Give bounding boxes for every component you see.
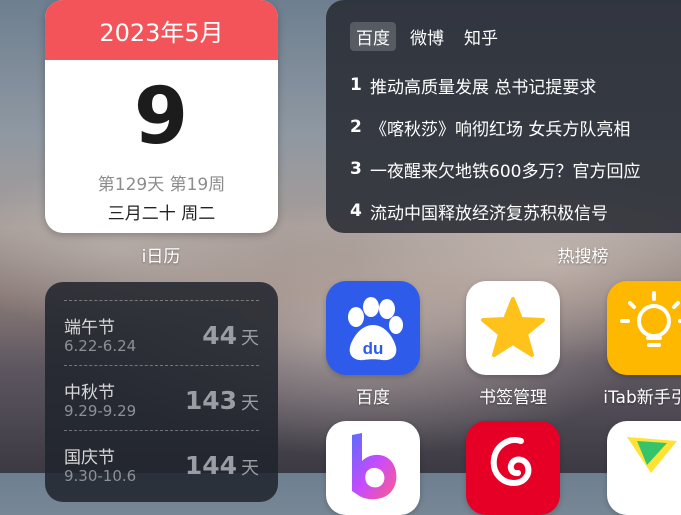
hot-search-item[interactable]: 3 一夜醒来欠地铁600多万？官方回应 <box>350 148 640 190</box>
calendar-widget[interactable]: 2023年5月 9 第129天 第19周 三月二十 周二 <box>45 0 278 233</box>
hot-search-item[interactable]: 1 推动高质量发展 总书记提要求 <box>350 64 640 106</box>
app-b-logo[interactable] <box>326 421 420 515</box>
hot-search-title: 流动中国释放经济复苏积极信号 <box>370 203 608 224</box>
hot-search-tabs: 百度 微博 知乎 <box>350 22 504 51</box>
svg-text:du: du <box>363 339 384 358</box>
star-icon <box>481 297 545 357</box>
app-label-itab-guide: iTab新手引导 <box>603 388 681 408</box>
days-unit: 天 <box>241 393 259 414</box>
calendar-lunar-date: 三月二十 周二 <box>107 204 216 224</box>
countdown-row: 国庆节 9.30-10.6 144 天 <box>64 430 259 495</box>
app-green-yellow[interactable] <box>607 421 681 515</box>
days-remaining: 144 天 <box>185 451 259 480</box>
hot-search-rank: 3 <box>350 159 362 179</box>
app-baidu[interactable]: du <box>326 281 420 375</box>
app-label-baidu: 百度 <box>356 388 390 408</box>
hot-search-item[interactable]: 2 《喀秋莎》响彻红场 女兵方队亮相 <box>350 106 640 148</box>
calendar-day-number: 9 <box>133 72 190 162</box>
hot-search-title: 推动高质量发展 总书记提要求 <box>370 77 597 98</box>
countdown-row: 端午节 6.22-6.24 44 天 <box>64 300 259 365</box>
days-remaining: 44 天 <box>202 321 259 350</box>
app-itab-guide[interactable] <box>607 281 681 375</box>
holiday-name: 中秋节 <box>64 383 115 403</box>
tab-zhihu[interactable]: 知乎 <box>458 22 504 51</box>
hot-search-rank: 2 <box>350 117 362 137</box>
days-count: 144 <box>184 451 237 480</box>
days-count: 143 <box>184 386 237 415</box>
tab-weibo[interactable]: 微博 <box>404 22 450 51</box>
hot-search-title: 一夜醒来欠地铁600多万？官方回应 <box>370 161 641 182</box>
holiday-name: 端午节 <box>64 318 115 338</box>
holiday-date-range: 9.29-9.29 <box>64 402 137 420</box>
tab-baidu[interactable]: 百度 <box>350 22 396 51</box>
hot-search-widget-label: 热搜榜 <box>557 247 609 267</box>
hot-search-title: 《喀秋莎》响彻红场 女兵方队亮相 <box>370 119 631 140</box>
app-bookmark-manager[interactable] <box>466 281 560 375</box>
netease-music-icon <box>490 437 532 487</box>
days-remaining: 143 天 <box>185 386 259 415</box>
b-logo-icon <box>352 433 397 500</box>
days-unit: 天 <box>241 328 259 349</box>
holiday-countdown-widget[interactable]: 端午节 6.22-6.24 44 天 中秋节 9.29-9.29 143 天 国庆节… <box>45 282 278 502</box>
calendar-widget-label: i日历 <box>141 247 181 267</box>
app-netease-music[interactable] <box>466 421 560 515</box>
holiday-name: 国庆节 <box>64 448 115 468</box>
calendar-day-week-stats: 第129天 第19周 <box>97 175 226 195</box>
days-unit: 天 <box>241 458 259 479</box>
baidu-paw-icon: du <box>348 297 403 361</box>
countdown-row: 中秋节 9.29-9.29 143 天 <box>64 365 259 430</box>
app-label-bookmark-manager: 书签管理 <box>479 388 547 408</box>
calendar-month-header: 2023年5月 <box>45 0 278 60</box>
hot-search-item[interactable]: 4 流动中国释放经济复苏积极信号 <box>350 190 640 232</box>
holiday-date-range: 6.22-6.24 <box>64 337 137 355</box>
lightbulb-icon <box>620 291 681 347</box>
hot-search-list: 1 推动高质量发展 总书记提要求 2 《喀秋莎》响彻红场 女兵方队亮相 3 一夜… <box>350 64 640 232</box>
holiday-date-range: 9.30-10.6 <box>64 467 137 485</box>
hot-search-rank: 1 <box>350 75 362 95</box>
days-count: 44 <box>202 321 237 350</box>
hot-search-rank: 4 <box>350 201 362 221</box>
green-yellow-app-icon <box>627 437 677 473</box>
hot-search-widget[interactable]: 百度 微博 知乎 1 推动高质量发展 总书记提要求 2 《喀秋莎》响彻红场 女兵… <box>326 0 681 233</box>
